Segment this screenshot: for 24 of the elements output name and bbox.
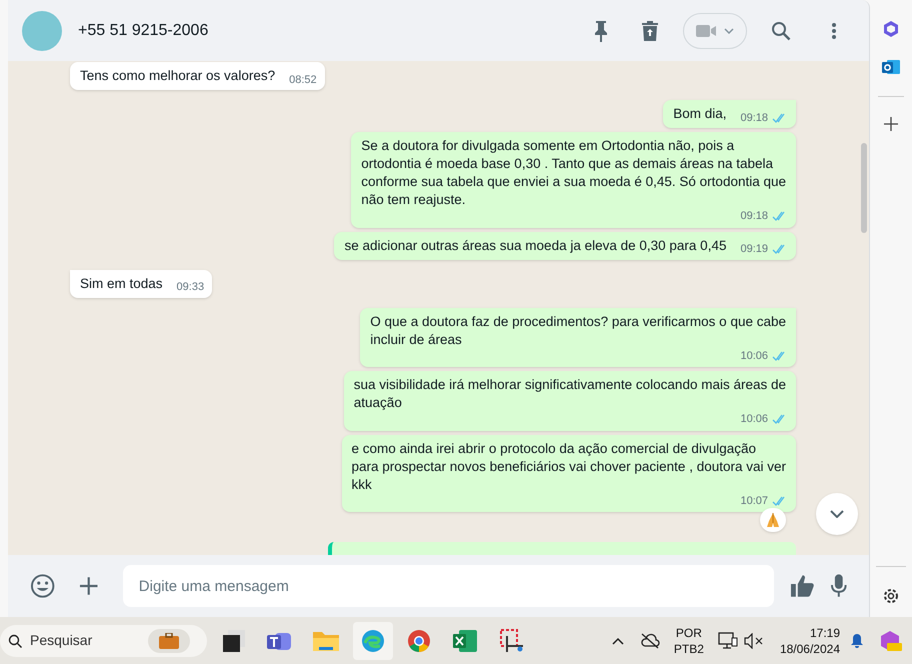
message-text: Sim em todas xyxy=(80,274,164,292)
clock-time[interactable]: 17:19 xyxy=(810,624,840,640)
message-text: Tens como melhorar os valores? xyxy=(80,67,276,85)
message-time: 10:06 xyxy=(740,412,768,427)
message-text: se adicionar outras áreas sua moeda ja eleva de 0,30 para 0,45 xyxy=(344,236,728,254)
message-time: 08:52 xyxy=(289,72,317,88)
contact-name[interactable]: +55 51 9215-2006 xyxy=(78,18,577,42)
search-input[interactable]: Pesquisar xyxy=(30,630,140,651)
message-time: 09:18 xyxy=(740,110,768,126)
message-text: Se a doutora for divulgada somente em Ortodontia não, pois a ortodontia é moeda base 0,30 . Tanto que as demais áreas na tabela conforme sua tabela que enviei a sua moeda é 0,45. Só ortodontia que não tem reajuste. xyxy=(361,137,787,209)
message-time: 09:18 xyxy=(740,209,768,224)
message-time: 10:07 xyxy=(740,494,768,508)
keyboard-layout[interactable]: PTB2 xyxy=(674,640,704,656)
message-text: e como ainda irei abrir o protocolo da ação comercial de divulgação para prospectar novos beneficiários vai chover paciente , doutora vai ver kkk xyxy=(352,440,787,494)
message-time: 10:06 xyxy=(740,348,768,364)
message-text: O que a doutora faz de procedimentos? para verificarmos o que cabe incluir de áreas xyxy=(370,312,787,348)
message-text: Bom dia, xyxy=(673,105,728,123)
message-time: 09:33 xyxy=(176,280,204,295)
message-text: sua visibilidade irá melhorar significativamente colocando mais áreas de atuação xyxy=(354,376,787,412)
message-time: 09:19 xyxy=(740,242,768,257)
taskbar-search[interactable]: Pesquisar xyxy=(0,624,207,656)
message-input[interactable]: Digite uma mensagem xyxy=(122,565,774,607)
input-language[interactable]: POR xyxy=(676,624,702,640)
clock-date[interactable]: 18/06/2024 xyxy=(780,640,840,656)
